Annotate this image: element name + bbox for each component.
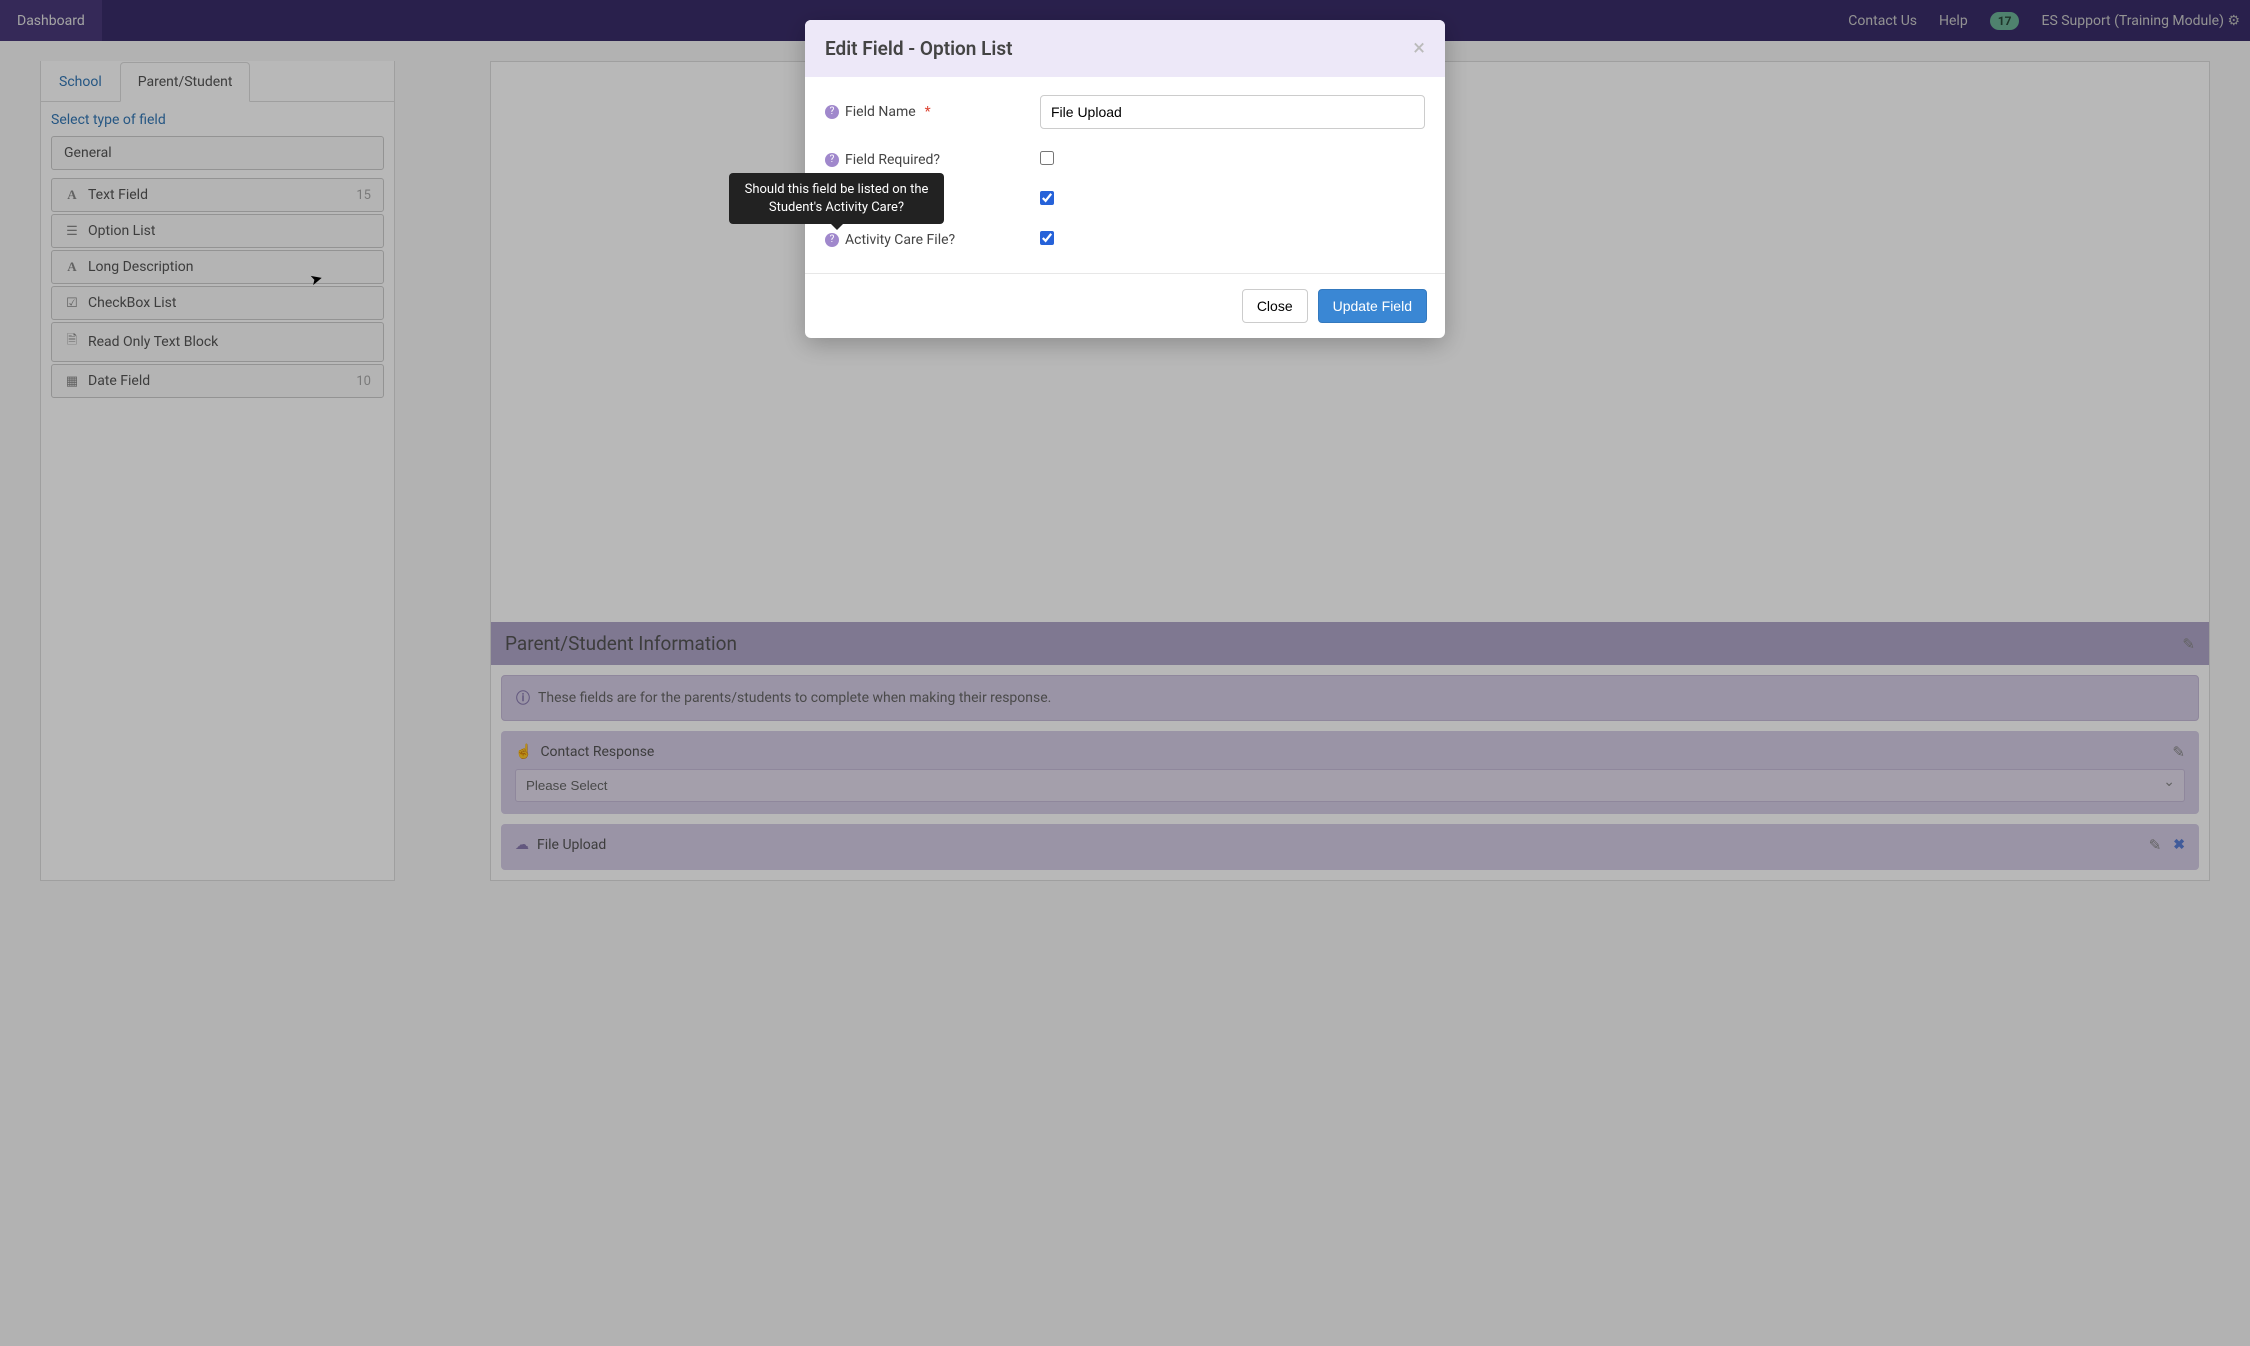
field-name-input[interactable] — [1040, 95, 1425, 129]
help-icon[interactable]: ? — [825, 105, 839, 119]
activity-care-file-checkbox[interactable] — [1040, 231, 1054, 245]
required-star-icon: * — [925, 104, 931, 120]
activity-care-file-label: Activity Care File? — [845, 232, 955, 248]
edit-field-modal: Edit Field - Option List × ? Field Name … — [805, 20, 1445, 338]
field-name-label: Field Name — [845, 104, 916, 120]
close-button[interactable]: Close — [1242, 289, 1308, 323]
field-required-checkbox[interactable] — [1040, 151, 1054, 165]
modal-title: Edit Field - Option List — [825, 37, 1012, 60]
help-icon-activity-care[interactable]: ? — [825, 233, 839, 247]
update-field-button[interactable]: Update Field — [1318, 289, 1427, 323]
hidden-row-checkbox[interactable] — [1040, 191, 1054, 205]
field-required-label: Field Required? — [845, 152, 940, 168]
help-icon[interactable]: ? — [825, 153, 839, 167]
tooltip-bubble: Should this field be listed on the Stude… — [729, 173, 944, 224]
modal-close-icon[interactable]: × — [1413, 38, 1425, 60]
